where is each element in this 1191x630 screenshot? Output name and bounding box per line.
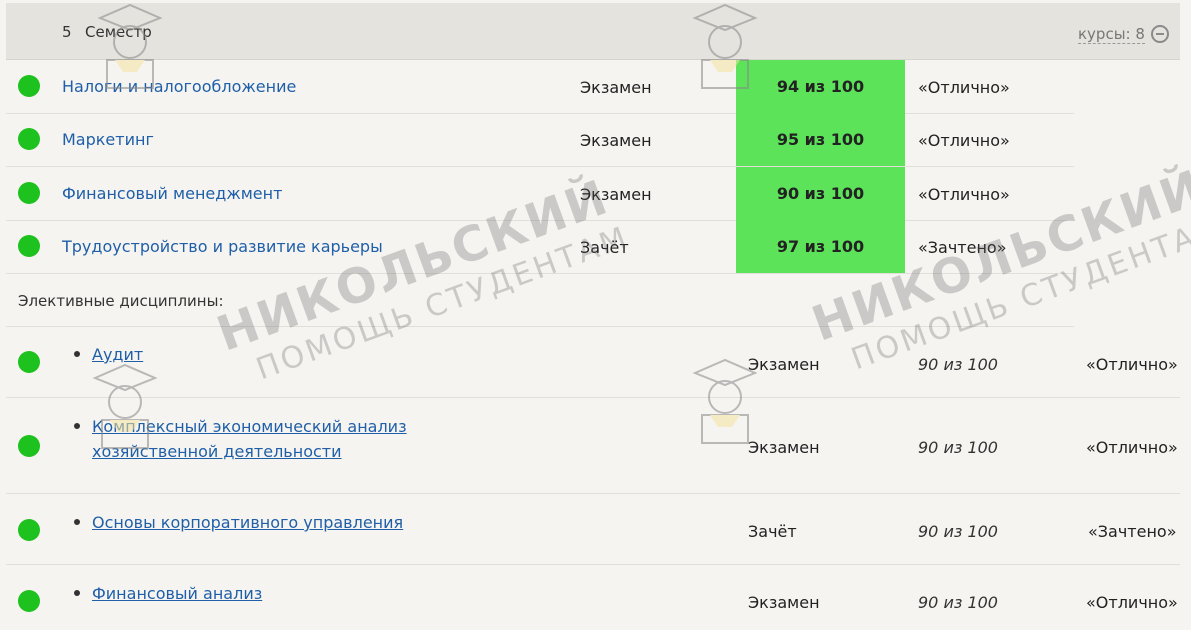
control-type: Экзамен (748, 355, 820, 374)
course-name[interactable]: Маркетинг (62, 127, 154, 152)
elective-name-link[interactable]: Основы корпоративного управления (92, 510, 403, 535)
status-dot-icon (18, 128, 40, 150)
control-type: Экзамен (580, 185, 652, 204)
grade: «Отлично» (918, 78, 1010, 97)
status-dot-icon (18, 435, 40, 457)
status-dot-icon (18, 75, 40, 97)
course-name[interactable]: Трудоустройство и развитие карьеры (62, 234, 383, 259)
elective-name-link[interactable]: Финансовый анализ (92, 581, 262, 606)
grade: «Отлично» (1086, 438, 1178, 457)
elective-name-link[interactable]: Аудит (92, 342, 143, 367)
status-dot-icon (18, 351, 40, 373)
score: 90 из 100 (918, 438, 998, 457)
bullet (74, 590, 80, 596)
course-name[interactable]: Налоги и налогообложение (62, 74, 296, 99)
control-type: Экзамен (748, 438, 820, 457)
course-row: Маркетинг Экзамен 95 из 100 «Отлично» (6, 113, 1074, 167)
score: 90 из 100 (918, 522, 998, 541)
bullet (74, 351, 80, 357)
status-dot-icon (18, 519, 40, 541)
course-row: Финансовый менеджмент Экзамен 90 из 100 … (6, 167, 1074, 221)
elective-row: Основы корпоративного управления Зачёт 9… (6, 494, 1180, 565)
score-cell: 97 из 100 (736, 220, 905, 273)
elective-row: Комплексный экономический анализ хозяйст… (6, 398, 1180, 494)
bullet (74, 423, 80, 429)
status-dot-icon (18, 590, 40, 612)
course-row: Трудоустройство и развитие карьеры Зачёт… (6, 220, 1074, 274)
score-cell: 94 из 100 (736, 60, 905, 113)
elective-row: Аудит Экзамен 90 из 100 «Отлично» (6, 327, 1180, 398)
course-row: Налоги и налогообложение Экзамен 94 из 1… (6, 60, 1074, 114)
minus-circle-icon[interactable] (1151, 25, 1169, 43)
status-dot-icon (18, 235, 40, 257)
grade: «Отлично» (918, 185, 1010, 204)
elective-row: Финансовый анализ Экзамен 90 из 100 «Отл… (6, 565, 1180, 630)
control-type: Экзамен (580, 131, 652, 150)
elective-name-link[interactable]: Комплексный экономический анализ хозяйст… (92, 414, 532, 464)
grade: «Отлично» (918, 131, 1010, 150)
bullet (74, 519, 80, 525)
grade: «Отлично» (1086, 593, 1178, 612)
control-type: Экзамен (580, 78, 652, 97)
status-dot-icon (18, 182, 40, 204)
course-name[interactable]: Финансовый менеджмент (62, 181, 282, 206)
control-type: Зачёт (748, 522, 797, 541)
semester-label: Семестр (85, 23, 152, 41)
control-type: Зачёт (580, 238, 629, 257)
semester-number: 5 (62, 23, 72, 41)
control-type: Экзамен (748, 593, 820, 612)
score: 90 из 100 (918, 355, 998, 374)
score-cell: 95 из 100 (736, 113, 905, 166)
courses-count-toggle[interactable]: курсы: 8 (1078, 25, 1145, 44)
grade: «Зачтено» (918, 238, 1007, 257)
grade: «Зачтено» (1088, 522, 1177, 541)
score: 90 из 100 (918, 593, 998, 612)
grade: «Отлично» (1086, 355, 1178, 374)
electives-heading: Элективные дисциплины: (18, 292, 224, 310)
score-cell: 90 из 100 (736, 167, 905, 220)
semester-header[interactable]: 5 Семестр курсы: 8 (6, 3, 1180, 60)
